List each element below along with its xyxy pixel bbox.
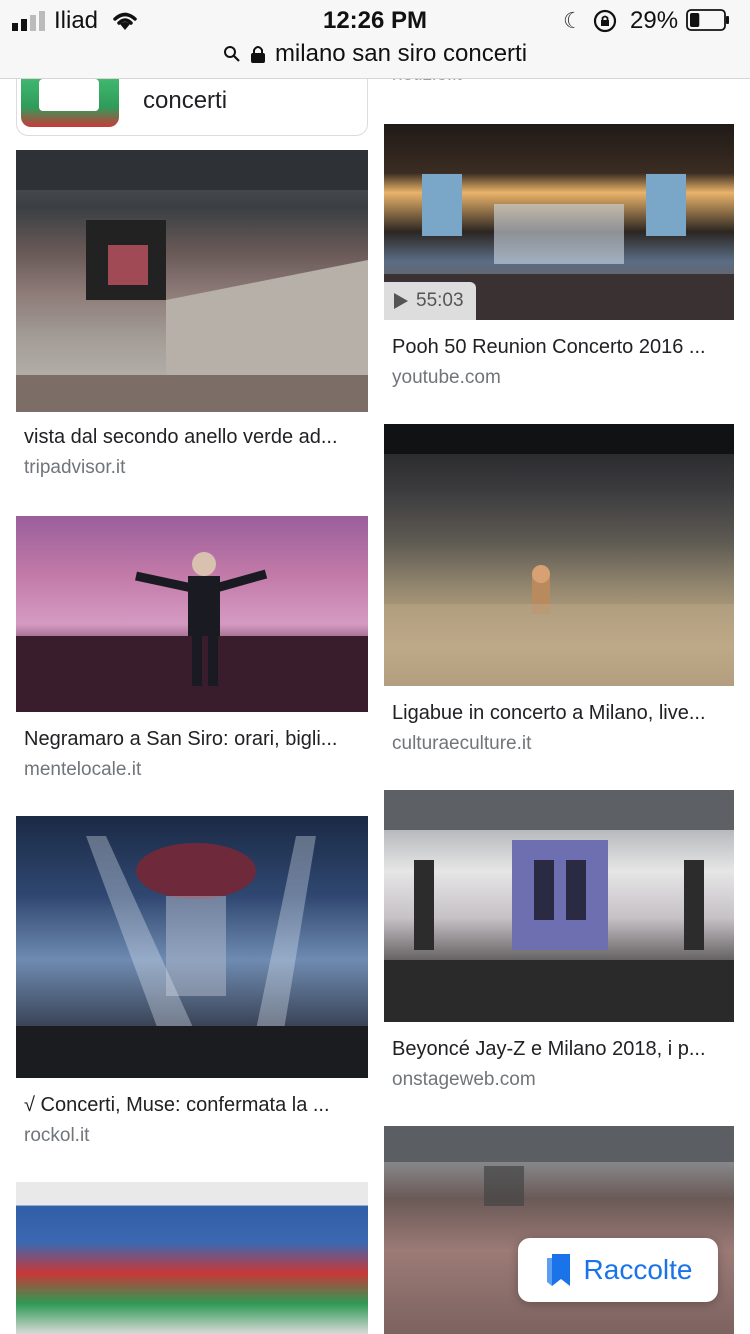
result-thumbnail[interactable] <box>384 790 734 1022</box>
result-title[interactable]: Negramaro a San Siro: orari, bigli... <box>24 728 337 751</box>
result-source: youtube.com <box>392 367 501 388</box>
result-thumbnail[interactable] <box>384 424 734 686</box>
result-thumbnail[interactable] <box>16 516 368 712</box>
result-thumbnail[interactable] <box>16 816 368 1078</box>
bookmark-icon <box>546 1254 570 1286</box>
image-result-card[interactable]: √ Concerti, Muse: confermata la ... rock… <box>16 816 368 1148</box>
result-title[interactable]: √ Concerti, Muse: confermata la ... <box>24 1094 330 1117</box>
collections-label: Raccolte <box>583 1254 693 1285</box>
related-search-label: concerti <box>143 87 228 114</box>
concert-image <box>16 836 368 1078</box>
image-result-card[interactable] <box>16 1182 368 1334</box>
image-result-card[interactable]: Ligabue in concerto a Milano, live... cu… <box>384 424 734 754</box>
collections-button[interactable]: Raccolte <box>518 1238 718 1302</box>
result-title[interactable]: Pooh 50 Reunion Concerto 2016 ... <box>392 336 706 359</box>
concert-image <box>16 552 368 712</box>
lock-icon <box>250 46 265 63</box>
result-thumbnail[interactable] <box>16 150 368 412</box>
play-icon <box>394 293 408 309</box>
result-thumbnail[interactable] <box>16 1182 368 1334</box>
result-source: rockol.it <box>24 1125 90 1146</box>
url-query-text: milano san siro concerti <box>274 40 528 67</box>
rotation-lock-icon <box>593 9 617 33</box>
result-source: tripadvisor.it <box>24 457 126 478</box>
result-title[interactable]: Ligabue in concerto a Milano, live... <box>392 702 706 725</box>
status-bar: Iliad 12:26 PM ☾ 29% <box>0 0 750 40</box>
stadium-image <box>384 1126 734 1206</box>
result-title[interactable]: vista dal secondo anello verde ad... <box>24 426 338 449</box>
result-thumbnail[interactable]: 55:03 <box>384 124 734 320</box>
stadium-image <box>384 424 734 686</box>
video-duration: 55:03 <box>416 290 464 311</box>
result-source: onstageweb.com <box>392 1069 536 1090</box>
browser-top-bar: Iliad 12:26 PM ☾ 29% milano san siro con… <box>0 0 750 79</box>
image-result-card[interactable]: Beyoncé Jay-Z e Milano 2018, i p... onst… <box>384 790 734 1092</box>
stadium-image <box>16 150 368 412</box>
result-source: culturaeculture.it <box>392 733 532 754</box>
do-not-disturb-icon: ☾ <box>563 8 583 33</box>
battery-percentage: 29% <box>630 7 679 34</box>
image-result-card[interactable] <box>384 1126 734 1334</box>
result-source: mentelocale.it <box>24 759 142 780</box>
result-thumbnail[interactable] <box>384 1126 734 1334</box>
search-icon <box>223 46 240 62</box>
address-bar[interactable]: milano san siro concerti <box>0 40 750 74</box>
image-result-card[interactable]: Negramaro a San Siro: orari, bigli... me… <box>16 516 368 786</box>
battery-icon <box>686 9 729 31</box>
video-result-card[interactable]: 55:03 Pooh 50 Reunion Concerto 2016 ... … <box>384 124 734 394</box>
video-duration-badge: 55:03 <box>384 282 476 320</box>
concert-image <box>384 790 734 1022</box>
image-result-card[interactable]: vista dal secondo anello verde ad... tri… <box>16 150 368 480</box>
result-title[interactable]: Beyoncé Jay-Z e Milano 2018, i p... <box>392 1038 706 1061</box>
